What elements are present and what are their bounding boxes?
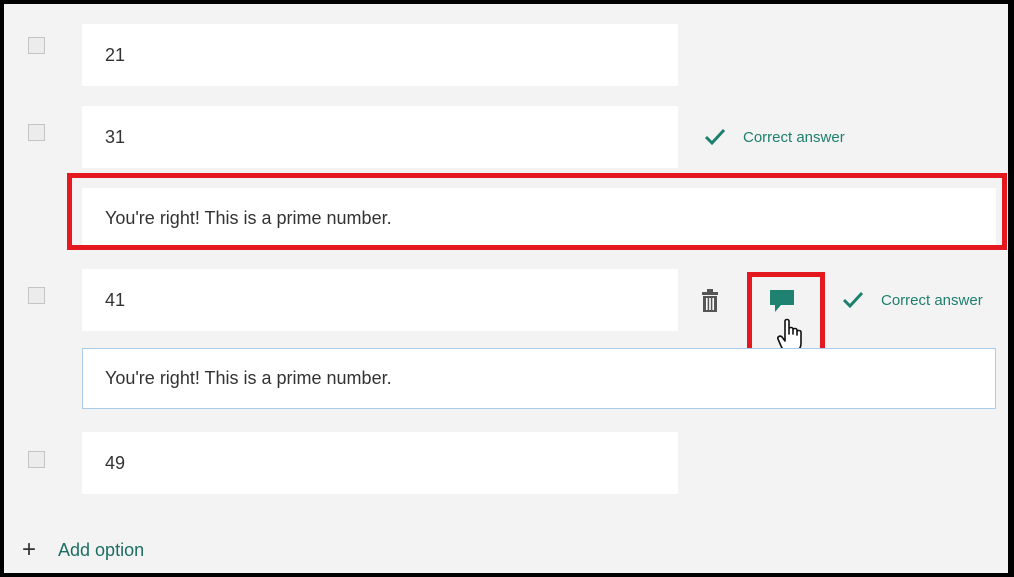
option-field[interactable]: 21 [82,24,678,86]
feedback-text: You're right! This is a prime number. [105,368,392,388]
option-value: 41 [105,289,126,310]
correct-answer-toggle[interactable]: Correct answer [842,291,983,309]
option-field[interactable]: 41 [82,269,678,331]
option-field[interactable]: 31 [82,106,678,168]
plus-icon: + [22,536,37,563]
add-option-label: Add option [58,539,145,560]
feedback-field[interactable]: You're right! This is a prime number. [82,348,996,409]
delete-option-button[interactable] [699,287,721,315]
checkmark-icon [704,128,726,146]
correct-answer-toggle[interactable]: Correct answer [704,128,845,146]
option-value: 49 [105,452,126,473]
option-checkbox[interactable] [28,124,45,141]
option-field[interactable]: 49 [82,432,678,494]
option-checkbox[interactable] [28,37,45,54]
option-checkbox[interactable] [28,287,45,304]
correct-answer-label: Correct answer [743,128,845,146]
correct-answer-label: Correct answer [881,291,983,309]
option-value: 21 [105,44,126,65]
option-value: 31 [105,126,126,147]
trash-icon [702,289,718,312]
option-checkbox[interactable] [28,451,45,468]
add-option-button[interactable]: + Add option [22,538,144,562]
question-options-panel: 21 31 Correct answer You're right! This … [0,0,1014,577]
feedback-highlight-frame [67,173,1007,250]
checkmark-icon [842,291,864,309]
